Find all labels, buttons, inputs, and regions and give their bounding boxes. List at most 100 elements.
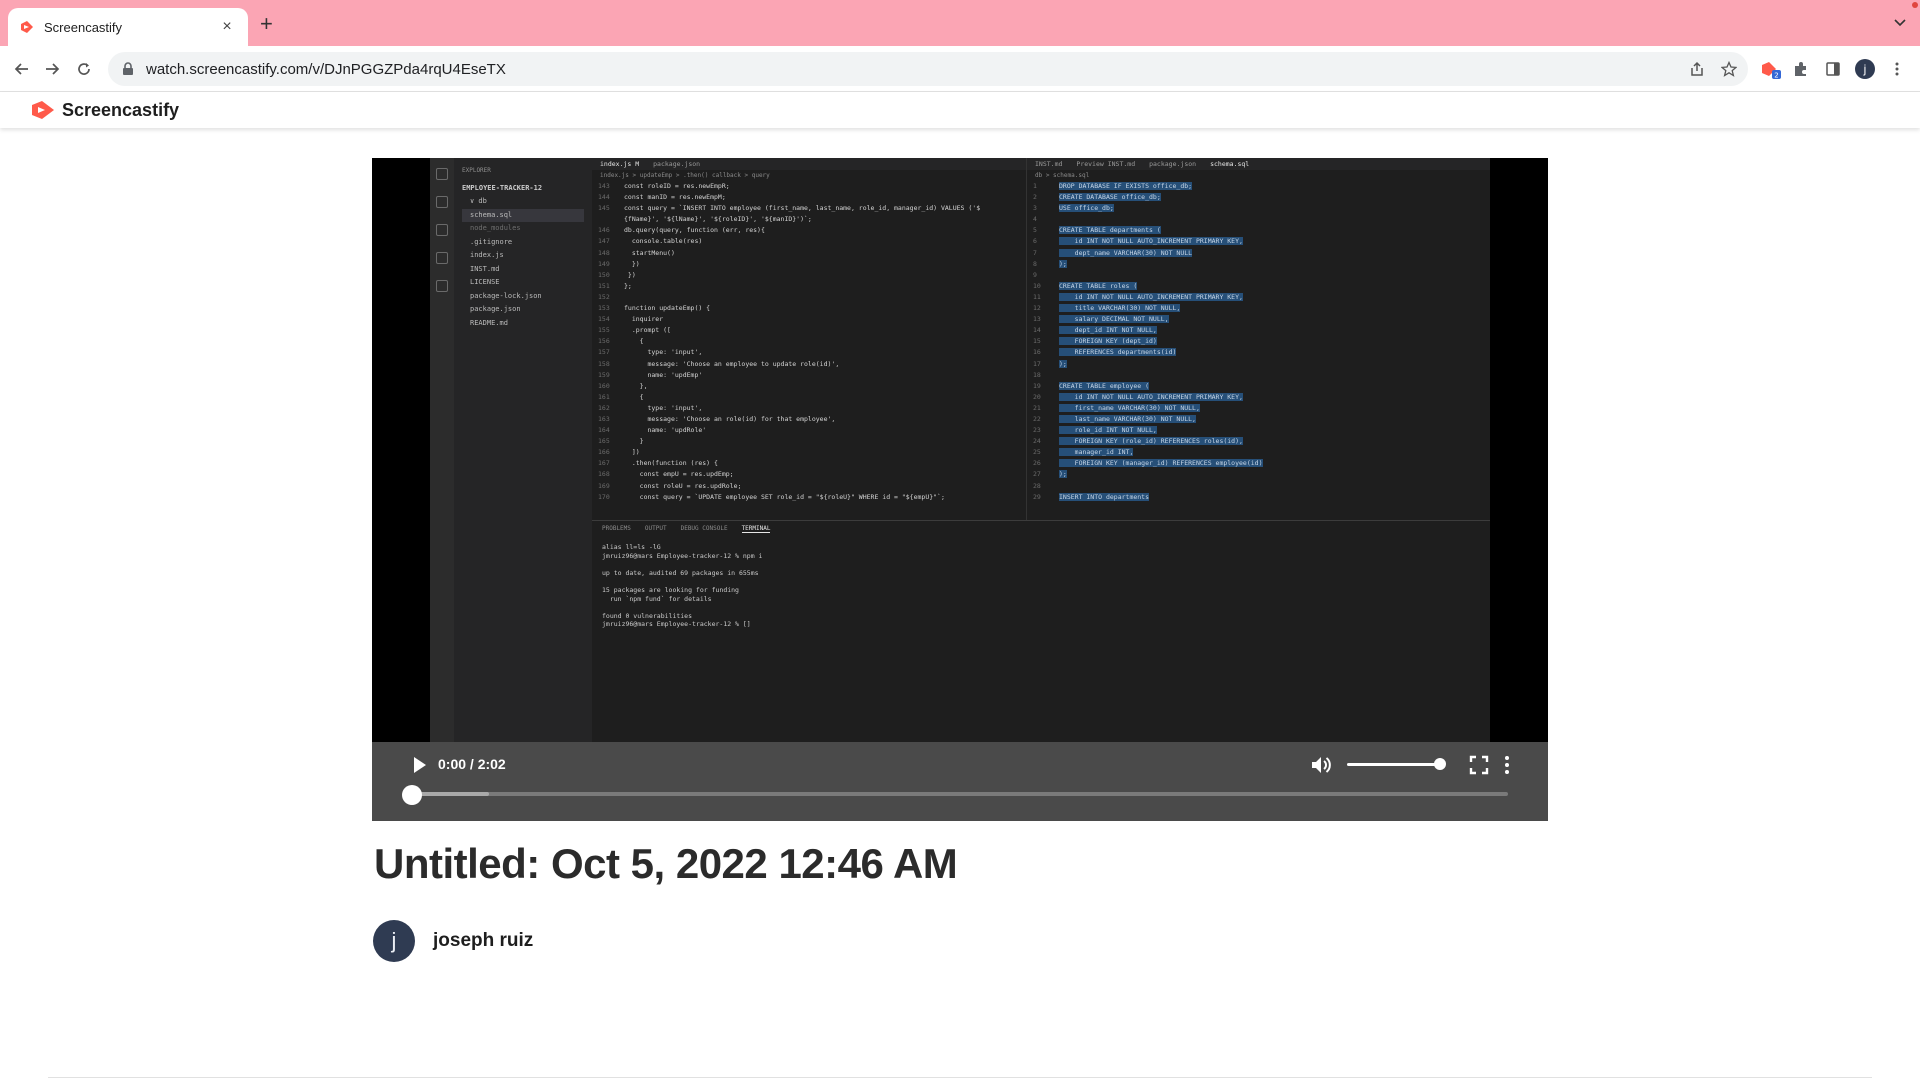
- video-player[interactable]: EXPLORER EMPLOYEE-TRACKER-12 ∨ db schema.…: [372, 158, 1548, 821]
- extensions-puzzle-icon[interactable]: [1790, 58, 1812, 80]
- address-bar[interactable]: watch.screencastify.com/v/DJnPGGZPda4rqU…: [108, 52, 1748, 86]
- panel-tab: PROBLEMS: [602, 525, 631, 532]
- line-number: 8: [1033, 259, 1037, 268]
- browser-tab[interactable]: Screencastify ×: [8, 8, 248, 46]
- line-number: 154: [598, 315, 610, 324]
- seek-buffer: [412, 792, 489, 796]
- code-text: const empU = res.updEmp;: [624, 470, 734, 479]
- profile-avatar[interactable]: j: [1854, 58, 1876, 80]
- reload-icon[interactable]: [74, 59, 94, 79]
- code-text: id INT NOT NULL AUTO_INCREMENT PRIMARY K…: [1059, 292, 1243, 301]
- terminal-line: run `npm fund` for details: [602, 594, 712, 603]
- explorer-item: node_modules: [470, 224, 521, 232]
- code-line: 12 title VARCHAR(30) NOT NULL,: [1033, 303, 1490, 314]
- code-text: const query = `UPDATE employee SET role_…: [624, 492, 945, 501]
- line-number: 26: [1033, 459, 1041, 468]
- code-line: 11 id INT NOT NULL AUTO_INCREMENT PRIMAR…: [1033, 292, 1490, 303]
- code-text: db.query(query, function (err, res){: [624, 226, 765, 235]
- panel-tab: TERMINAL: [741, 525, 771, 533]
- forward-arrow-icon[interactable]: [42, 59, 62, 79]
- line-number: 5: [1033, 226, 1037, 235]
- code-text: type: 'input',: [624, 348, 703, 357]
- video-frame[interactable]: EXPLORER EMPLOYEE-TRACKER-12 ∨ db schema.…: [430, 158, 1490, 742]
- line-number: 29: [1033, 492, 1041, 501]
- code-line: 160 },: [598, 381, 1026, 392]
- editor-tab: package.json: [653, 160, 701, 168]
- explorer-item: LICENSE: [470, 278, 500, 286]
- line-number: 24: [1033, 437, 1041, 446]
- new-tab-icon[interactable]: +: [260, 12, 273, 36]
- fullscreen-icon[interactable]: [1468, 754, 1490, 776]
- terminal-line: up to date, audited 69 packages in 655ms: [602, 568, 759, 577]
- tab-search-chevron-icon[interactable]: [1892, 14, 1908, 30]
- volume-icon[interactable]: [1310, 754, 1334, 776]
- code-text: ]): [624, 448, 640, 457]
- code-line: 151};: [598, 281, 1026, 292]
- search-icon: [436, 196, 448, 208]
- code-text: function updateEmp() {: [624, 304, 711, 313]
- seek-bar[interactable]: [412, 792, 1508, 796]
- line-number: 153: [598, 304, 610, 313]
- more-options-icon[interactable]: [1504, 754, 1514, 776]
- code-line: 8);: [1033, 259, 1490, 270]
- brand-name[interactable]: Screencastify: [62, 100, 179, 121]
- line-number: 28: [1033, 481, 1041, 490]
- line-number: 6: [1033, 237, 1037, 246]
- line-number: 145: [598, 204, 610, 213]
- line-number: 163: [598, 414, 610, 423]
- code-line: 25 manager_id INT,: [1033, 447, 1490, 458]
- code-line: 16 REFERENCES departments(id): [1033, 347, 1490, 358]
- code-line: 19 CREATE TABLE employee (: [1033, 381, 1490, 392]
- code-text: CREATE TABLE employee (: [1059, 381, 1150, 390]
- back-arrow-icon[interactable]: [12, 59, 32, 79]
- code-text: };: [624, 281, 632, 290]
- vscode-editor-right: INST.md Preview INST.md package.json schema…: [1026, 158, 1490, 520]
- lock-icon[interactable]: [122, 62, 136, 76]
- code-line: 29 INSERT INTO departments: [1033, 492, 1490, 503]
- share-icon[interactable]: [1686, 58, 1708, 80]
- line-number: 158: [598, 359, 610, 368]
- code-line: 153 function updateEmp() {: [598, 303, 1026, 314]
- vscode-explorer: EXPLORER EMPLOYEE-TRACKER-12 ∨ db schema.…: [454, 158, 592, 742]
- author-name: joseph ruiz: [433, 930, 534, 951]
- volume-slider[interactable]: [1347, 763, 1440, 766]
- line-number: 3: [1033, 204, 1037, 213]
- code-text: DROP DATABASE IF EXISTS office_db;: [1059, 182, 1193, 190]
- terminal-line: alias ll=ls -lG: [602, 543, 661, 551]
- bookmark-star-icon[interactable]: [1718, 58, 1740, 80]
- panel-tab: DEBUG CONSOLE: [680, 525, 728, 532]
- line-number: 22: [1033, 414, 1041, 423]
- line-number: 148: [598, 248, 610, 257]
- code-line: 158 message: 'Choose an employee to upda…: [598, 359, 1026, 370]
- line-number: 2: [1033, 193, 1037, 202]
- code-line: 17);: [1033, 359, 1490, 370]
- code-line: {fName}', '${lName}', '${roleID}', '${ma…: [598, 214, 1026, 225]
- code-line: 14 dept_id INT NOT NULL,: [1033, 325, 1490, 336]
- divider: [48, 1077, 1872, 1078]
- volume-thumb[interactable]: [1434, 758, 1446, 770]
- screencastify-favicon-icon: [20, 20, 34, 34]
- line-number: 151: [598, 281, 610, 290]
- code-line: 165 }: [598, 436, 1026, 447]
- code-text: }): [624, 270, 636, 279]
- code-line: 162 type: 'input',: [598, 403, 1026, 414]
- screencastify-logo-icon[interactable]: [30, 99, 58, 121]
- code-line: 143 const roleID = res.newEmpR;: [598, 181, 1026, 192]
- play-icon[interactable]: [408, 754, 430, 776]
- line-number: 16: [1033, 348, 1041, 357]
- tab-close-icon[interactable]: ×: [218, 18, 236, 36]
- code-line: 154 inquirer: [598, 314, 1026, 325]
- code-line: 21 first_name VARCHAR(30) NOT NULL,: [1033, 403, 1490, 414]
- seek-thumb[interactable]: [402, 785, 422, 805]
- code-line: 155 .prompt ([: [598, 325, 1026, 336]
- code-text: manager_id INT,: [1059, 448, 1134, 457]
- side-panel-icon[interactable]: [1822, 58, 1844, 80]
- screencastify-extension-icon[interactable]: 2: [1760, 58, 1782, 80]
- editor-tab: Preview INST.md: [1076, 160, 1136, 168]
- browser-menu-icon[interactable]: [1886, 58, 1908, 80]
- code-text: const roleU = res.updRole;: [624, 481, 742, 490]
- extensions-icon: [436, 280, 448, 292]
- code-line: 4: [1033, 214, 1490, 225]
- panel-tab: OUTPUT: [644, 525, 667, 532]
